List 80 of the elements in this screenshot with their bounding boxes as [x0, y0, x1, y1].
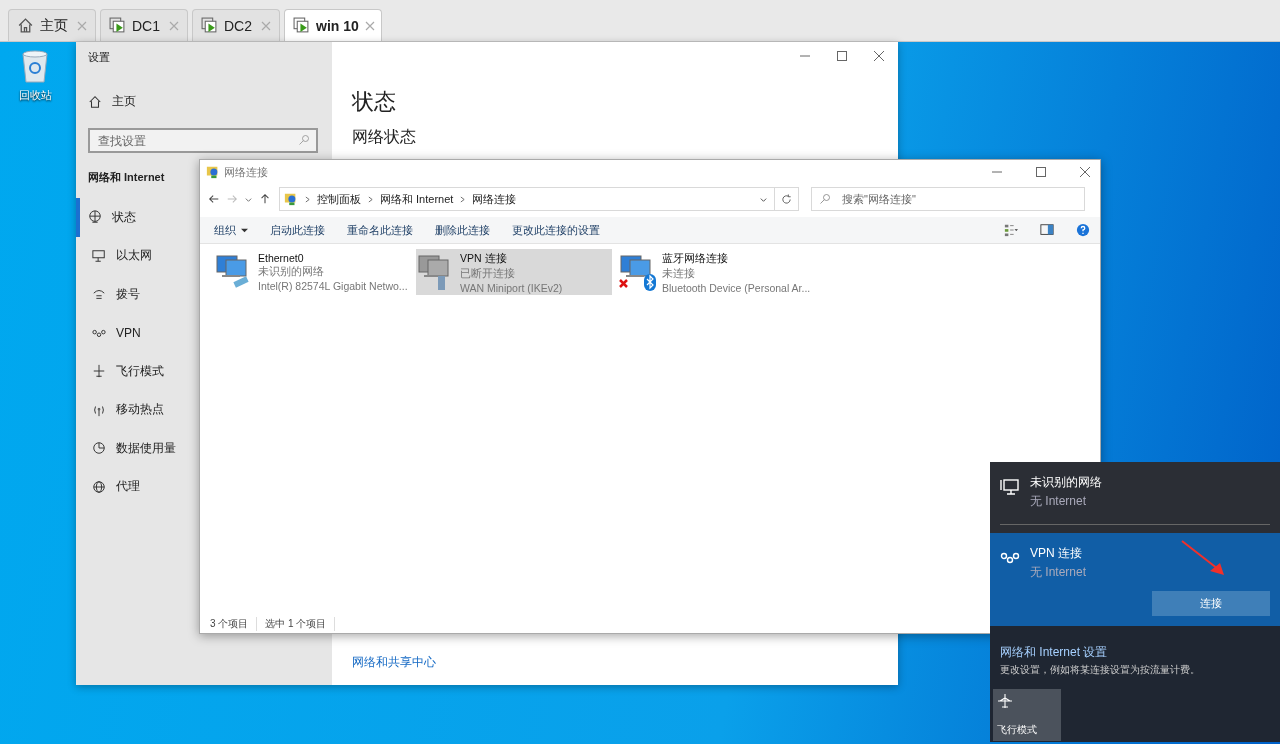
- connection-status: 已断开连接: [460, 267, 516, 281]
- connection-status: 未识别的网络: [258, 265, 325, 279]
- refresh-button[interactable]: [775, 187, 799, 211]
- settings-description: 更改设置，例如将某连接设置为按流量计费。: [1000, 664, 1201, 677]
- status-text: 选中 1 个项目: [265, 617, 336, 631]
- recycle-bin-icon[interactable]: [20, 48, 50, 84]
- chevron-right-icon: [305, 195, 310, 203]
- connection-item[interactable]: VPN 连接 已断开连接 WAN Miniport (IKEv2): [416, 249, 612, 295]
- window-title: 设置: [88, 50, 111, 65]
- nav-item[interactable]: 代理: [76, 467, 144, 506]
- toolbar-button[interactable]: 重命名此连接: [347, 222, 413, 238]
- home-icon: [88, 94, 102, 109]
- connection-name: 蓝牙网络连接: [662, 252, 729, 266]
- tab[interactable]: DC2: [192, 9, 280, 41]
- maximize-icon[interactable]: [837, 51, 847, 61]
- network-entry[interactable]: VPN 连接 无 Internet 连接: [990, 533, 1280, 626]
- close-icon[interactable]: [874, 51, 884, 61]
- status-text: 3 个项目: [210, 617, 258, 631]
- connection-device: WAN Miniport (IKEv2): [460, 282, 563, 294]
- connection-device: Intel(R) 82574L Gigabit Netwo...: [258, 280, 408, 292]
- nav-item[interactable]: 以太网: [76, 236, 156, 275]
- tab[interactable]: 主页: [8, 9, 96, 41]
- toolbar-button[interactable]: 更改此连接的设置: [512, 222, 600, 238]
- nav-item[interactable]: 飞行模式: [76, 352, 168, 391]
- nav-item[interactable]: 拨号: [76, 275, 144, 314]
- section-heading: 网络状态: [352, 127, 417, 147]
- connection-name: VPN 连接: [460, 252, 508, 266]
- connection-name: Ethernet0: [258, 252, 305, 264]
- vm-icon: [293, 17, 310, 34]
- view-options-icon[interactable]: [1004, 223, 1018, 237]
- window-title: 网络连接: [224, 164, 268, 180]
- network-folder-icon: [206, 165, 220, 179]
- nav-item[interactable]: 状态: [76, 198, 140, 237]
- connection-device: Bluetooth Device (Personal Ar...: [662, 282, 811, 294]
- page-title: 状态: [352, 88, 397, 116]
- section-heading: 网络和 Internet: [88, 170, 165, 185]
- chevron-right-icon: [460, 195, 466, 203]
- network-name: VPN 连接: [1030, 545, 1083, 562]
- home-nav-item[interactable]: 主页: [88, 93, 136, 110]
- up-arrow-icon[interactable]: [259, 193, 271, 205]
- chevron-right-icon: [368, 195, 373, 203]
- close-icon[interactable]: [1080, 167, 1090, 177]
- search-icon: [298, 134, 310, 146]
- vm-icon: [109, 17, 126, 34]
- back-arrow-icon[interactable]: [208, 193, 220, 205]
- network-name: 未识别的网络: [1030, 474, 1102, 491]
- breadcrumb-item[interactable]: 网络和 Internet: [380, 191, 454, 207]
- help-icon[interactable]: [1076, 223, 1090, 237]
- connection-item[interactable]: 蓝牙网络连接 未连接 Bluetooth Device (Personal Ar...: [618, 249, 814, 295]
- network-status: 无 Internet: [1030, 493, 1088, 510]
- home-icon: [17, 17, 34, 34]
- network-status: 无 Internet: [1030, 564, 1087, 581]
- tab[interactable]: DC1: [100, 9, 188, 41]
- preview-pane-icon[interactable]: [1040, 223, 1054, 237]
- network-folder-icon: [284, 192, 298, 206]
- connection-status: 未连接: [662, 267, 696, 281]
- toolbar-button[interactable]: 启动此连接: [270, 222, 325, 238]
- tab[interactable]: win 10: [284, 9, 382, 41]
- network-settings-link[interactable]: 网络和 Internet 设置: [1000, 644, 1270, 661]
- address-bar[interactable]: 控制面板 网络和 Internet 网络连接: [279, 187, 775, 211]
- connection-item[interactable]: Ethernet0 未识别的网络 Intel(R) 82574L Gigabit Netwo...: [214, 249, 410, 295]
- monitor-icon: [1000, 477, 1020, 497]
- search-icon: [819, 193, 831, 205]
- sharing-center-link[interactable]: 网络和共享中心: [352, 654, 898, 671]
- data-icon: [92, 441, 106, 456]
- nav-item[interactable]: 数据使用量: [76, 429, 180, 468]
- toolbar-button[interactable]: 组织: [214, 222, 248, 238]
- breadcrumb-item[interactable]: 网络连接: [472, 191, 517, 207]
- vm-icon: [201, 17, 218, 34]
- connect-button[interactable]: 连接: [1152, 591, 1270, 616]
- nav-item[interactable]: 移动热点: [76, 390, 168, 429]
- quick-action-tile[interactable]: 飞行模式: [993, 689, 1061, 741]
- maximize-icon[interactable]: [1036, 167, 1046, 177]
- network-entry[interactable]: 未识别的网络 无 Internet: [990, 462, 1280, 533]
- toolbar-button[interactable]: 删除此连接: [435, 222, 490, 238]
- refresh-icon: [781, 193, 792, 205]
- bluetooth-adapter-icon: [618, 252, 658, 292]
- nav-item[interactable]: VPN: [76, 313, 145, 352]
- breadcrumb-item[interactable]: 控制面板: [317, 191, 361, 207]
- search-field[interactable]: 查找设置: [88, 128, 318, 153]
